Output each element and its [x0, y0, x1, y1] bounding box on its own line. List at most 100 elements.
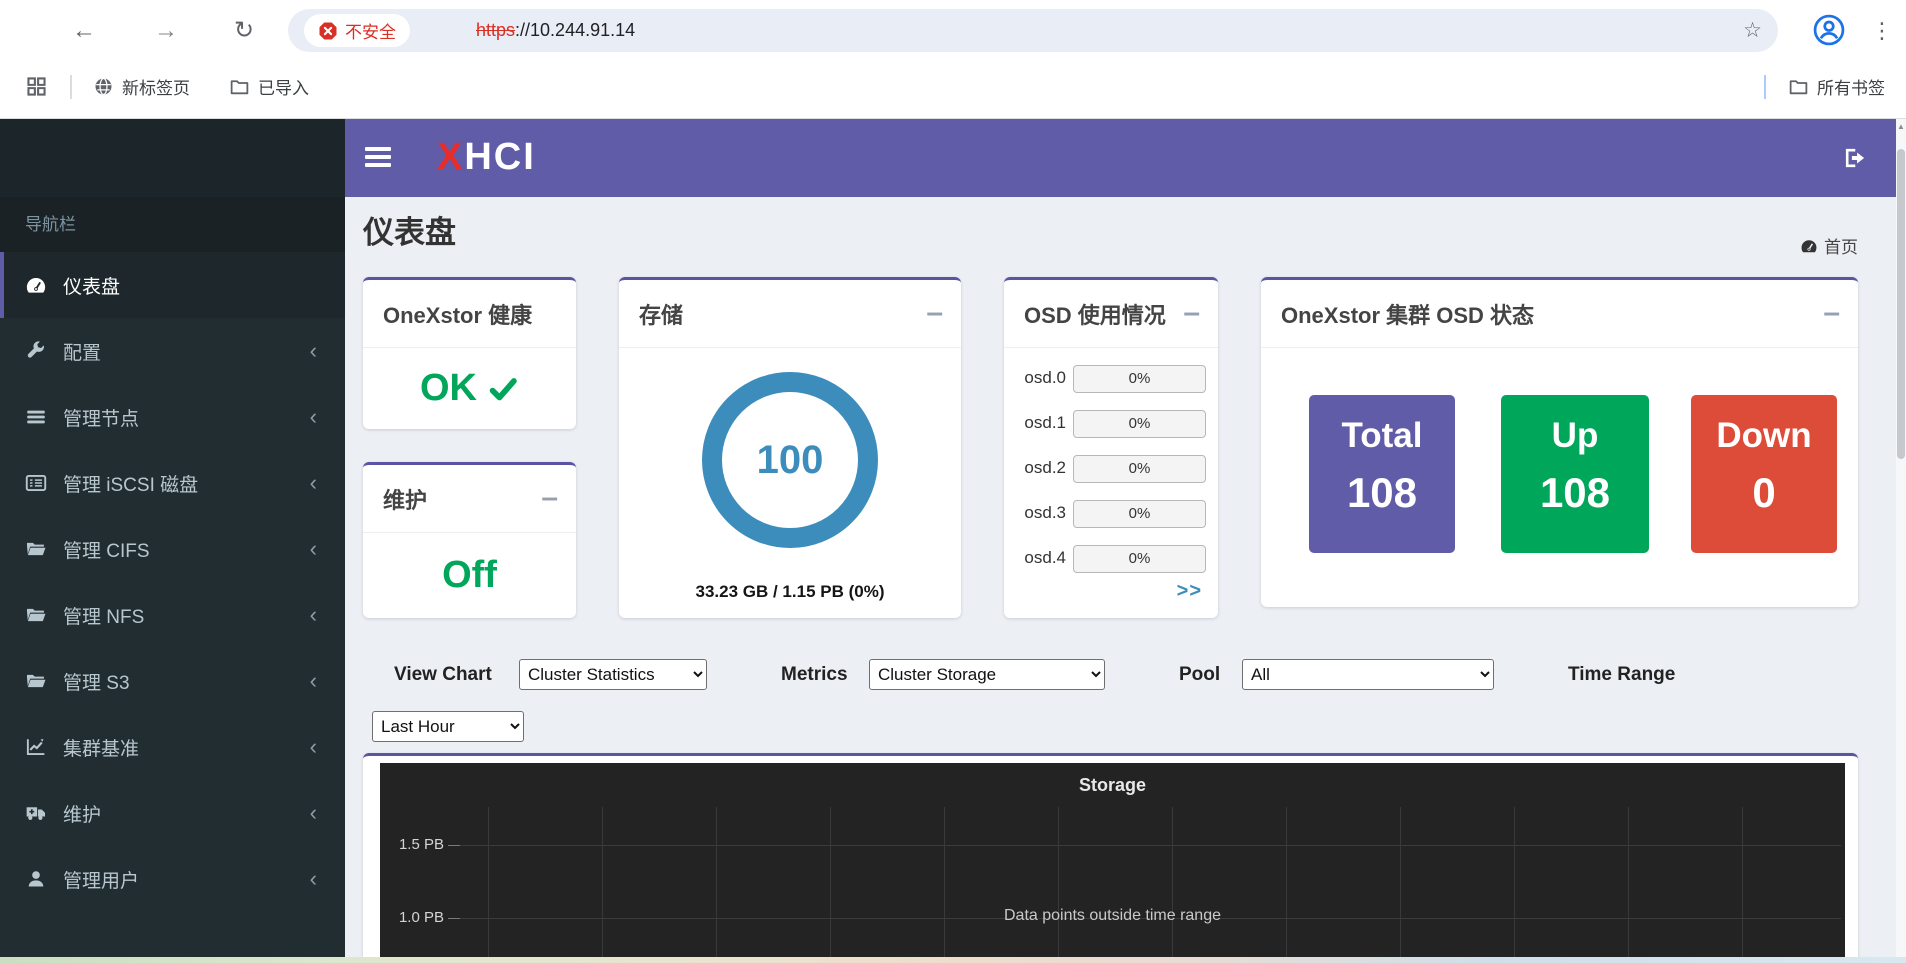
- url-text[interactable]: https://10.244.91.14: [476, 9, 635, 52]
- storage-usage-text: 33.23 GB / 1.15 PB (0%): [619, 582, 961, 602]
- osd-down-label: Down: [1691, 413, 1837, 459]
- user-icon: [25, 868, 47, 890]
- time-range-select[interactable]: Last Hour: [372, 711, 524, 742]
- all-bookmarks-label: 所有书签: [1817, 74, 1885, 99]
- all-bookmarks[interactable]: 所有书签: [1788, 62, 1885, 110]
- scrollbar-up-arrow[interactable]: ▲: [1896, 122, 1906, 131]
- sidebar-item-maintenance[interactable]: 维护 ‹: [0, 780, 345, 846]
- pool-select[interactable]: All: [1242, 659, 1494, 690]
- osd-status-card-title: OneXstor 集群 OSD 状态: [1261, 280, 1858, 348]
- view-chart-select[interactable]: Cluster Statistics: [519, 659, 707, 690]
- gauge-icon: [25, 274, 47, 296]
- chevron-left-icon: ‹: [310, 604, 317, 626]
- profile-icon[interactable]: [1812, 13, 1846, 47]
- security-chip[interactable]: 不安全: [304, 14, 410, 47]
- url-scheme: https: [476, 20, 515, 41]
- sidebar-item-s3[interactable]: 管理 S3 ‹: [0, 648, 345, 714]
- sidebar-item-dashboard[interactable]: 仪表盘: [0, 252, 345, 318]
- metrics-select[interactable]: Cluster Storage: [869, 659, 1105, 690]
- app-logo[interactable]: XHCI: [437, 136, 536, 179]
- sidebar-item-config[interactable]: 配置 ‹: [0, 318, 345, 384]
- sidebar-item-users[interactable]: 管理用户 ‹: [0, 846, 345, 912]
- url-host: ://10.244.91.14: [515, 20, 635, 41]
- osd-name: osd.2: [1018, 458, 1066, 478]
- storage-gauge: 100: [702, 372, 878, 548]
- forward-icon[interactable]: →: [150, 15, 182, 47]
- check-icon: [487, 373, 519, 405]
- sidebar-item-benchmark[interactable]: 集群基准 ‹: [0, 714, 345, 780]
- folder-icon: [1788, 76, 1809, 97]
- osd-usage-bar: 0%: [1073, 365, 1206, 393]
- storage-chart: Storage 1.5 PB 1.0 PB Data points outsid…: [380, 763, 1845, 963]
- folder-open-icon: [25, 670, 47, 692]
- sidebar-item-label: 集群基准: [63, 734, 139, 761]
- osd-row: osd.1 0%: [1004, 410, 1218, 438]
- osd-up-box: Up 108: [1501, 395, 1649, 553]
- sidebar-item-nfs[interactable]: 管理 NFS ‹: [0, 582, 345, 648]
- logo-rest: HCI: [464, 136, 535, 178]
- bookmark-imported[interactable]: 已导入: [229, 62, 309, 110]
- metrics-label: Metrics: [781, 664, 848, 686]
- osd-up-label: Up: [1501, 413, 1649, 459]
- breadcrumb[interactable]: 首页: [1800, 233, 1858, 258]
- sidebar-item-label: 管理 NFS: [63, 602, 144, 629]
- scrollbar-thumb[interactable]: [1897, 149, 1905, 459]
- logo-x: X: [437, 136, 464, 178]
- time-range-label: Time Range: [1568, 664, 1675, 686]
- bookmarks-divider: [70, 75, 72, 99]
- sidebar: 导航栏 仪表盘 配置 ‹ 管理节点 ‹: [0, 119, 345, 963]
- bookmark-new-tab[interactable]: 新标签页: [93, 62, 190, 110]
- osd-down-value: 0: [1691, 459, 1837, 526]
- chart-title: Storage: [380, 775, 1845, 796]
- back-icon[interactable]: ←: [68, 15, 100, 47]
- app-header: XHCI: [345, 119, 1896, 197]
- bookmarks-bar: 新标签页 已导入 所有书签: [0, 62, 1906, 119]
- osd-name: osd.0: [1018, 368, 1066, 388]
- osd-row: osd.0 0%: [1004, 365, 1218, 393]
- chart-vertical-grid: [488, 807, 1845, 963]
- bookmark-star-icon[interactable]: ☆: [1743, 18, 1762, 43]
- sidebar-item-label: 配置: [63, 338, 101, 365]
- reload-icon[interactable]: ↻: [228, 15, 260, 47]
- sidebar-item-cifs[interactable]: 管理 CIFS ‹: [0, 516, 345, 582]
- gauge-icon: [1800, 237, 1818, 255]
- osd-name: osd.3: [1018, 503, 1066, 523]
- sidebar-item-label: 管理用户: [63, 866, 139, 893]
- chevron-left-icon: ‹: [310, 538, 317, 560]
- osd-total-value: 108: [1309, 459, 1455, 526]
- collapse-icon[interactable]: –: [926, 304, 943, 322]
- breadcrumb-label: 首页: [1824, 233, 1858, 258]
- health-status-value: OK: [420, 367, 477, 410]
- osd-down-box: Down 0: [1691, 395, 1837, 553]
- bottom-edge-strip: [0, 957, 1906, 963]
- globe-icon: [93, 76, 114, 97]
- sidebar-item-iscsi[interactable]: 管理 iSCSI 磁盘 ‹: [0, 450, 345, 516]
- collapse-icon[interactable]: –: [541, 489, 558, 507]
- sidebar-item-label: 维护: [63, 800, 101, 827]
- chevron-left-icon: ‹: [310, 736, 317, 758]
- maintenance-card: 维护 – Off: [363, 462, 576, 618]
- address-bar[interactable]: 不安全 https://10.244.91.14 ☆: [288, 9, 1778, 52]
- bookmark-label: 新标签页: [122, 74, 190, 99]
- sidebar-item-label: 仪表盘: [63, 272, 120, 299]
- collapse-icon[interactable]: –: [1823, 304, 1840, 322]
- sidebar-item-label: 管理节点: [63, 404, 139, 431]
- chevron-left-icon: ‹: [310, 340, 317, 362]
- tick-mark: [448, 845, 460, 846]
- folder-open-icon: [25, 604, 47, 626]
- browser-menu-icon[interactable]: ⋮: [1866, 15, 1898, 47]
- bookmarks-right-divider: [1764, 75, 1766, 99]
- chevron-left-icon: ‹: [310, 802, 317, 824]
- browser-toolbar: ← → ↻ 不安全 https://10.244.91.14 ☆ ⋮: [0, 0, 1906, 62]
- view-chart-label: View Chart: [394, 664, 492, 686]
- sidebar-item-nodes[interactable]: 管理节点 ‹: [0, 384, 345, 450]
- sidebar-toggle-icon[interactable]: [365, 143, 393, 173]
- gridline: [460, 845, 1841, 846]
- osd-more-link[interactable]: >>: [1177, 580, 1202, 603]
- osd-total-box: Total 108: [1309, 395, 1455, 553]
- osd-usage-bar: 0%: [1073, 410, 1206, 438]
- tab-grid-icon[interactable]: [25, 75, 48, 98]
- logout-icon[interactable]: [1842, 145, 1868, 171]
- osd-usage-bar: 0%: [1073, 500, 1206, 528]
- page-scrollbar[interactable]: ▲: [1896, 119, 1906, 963]
